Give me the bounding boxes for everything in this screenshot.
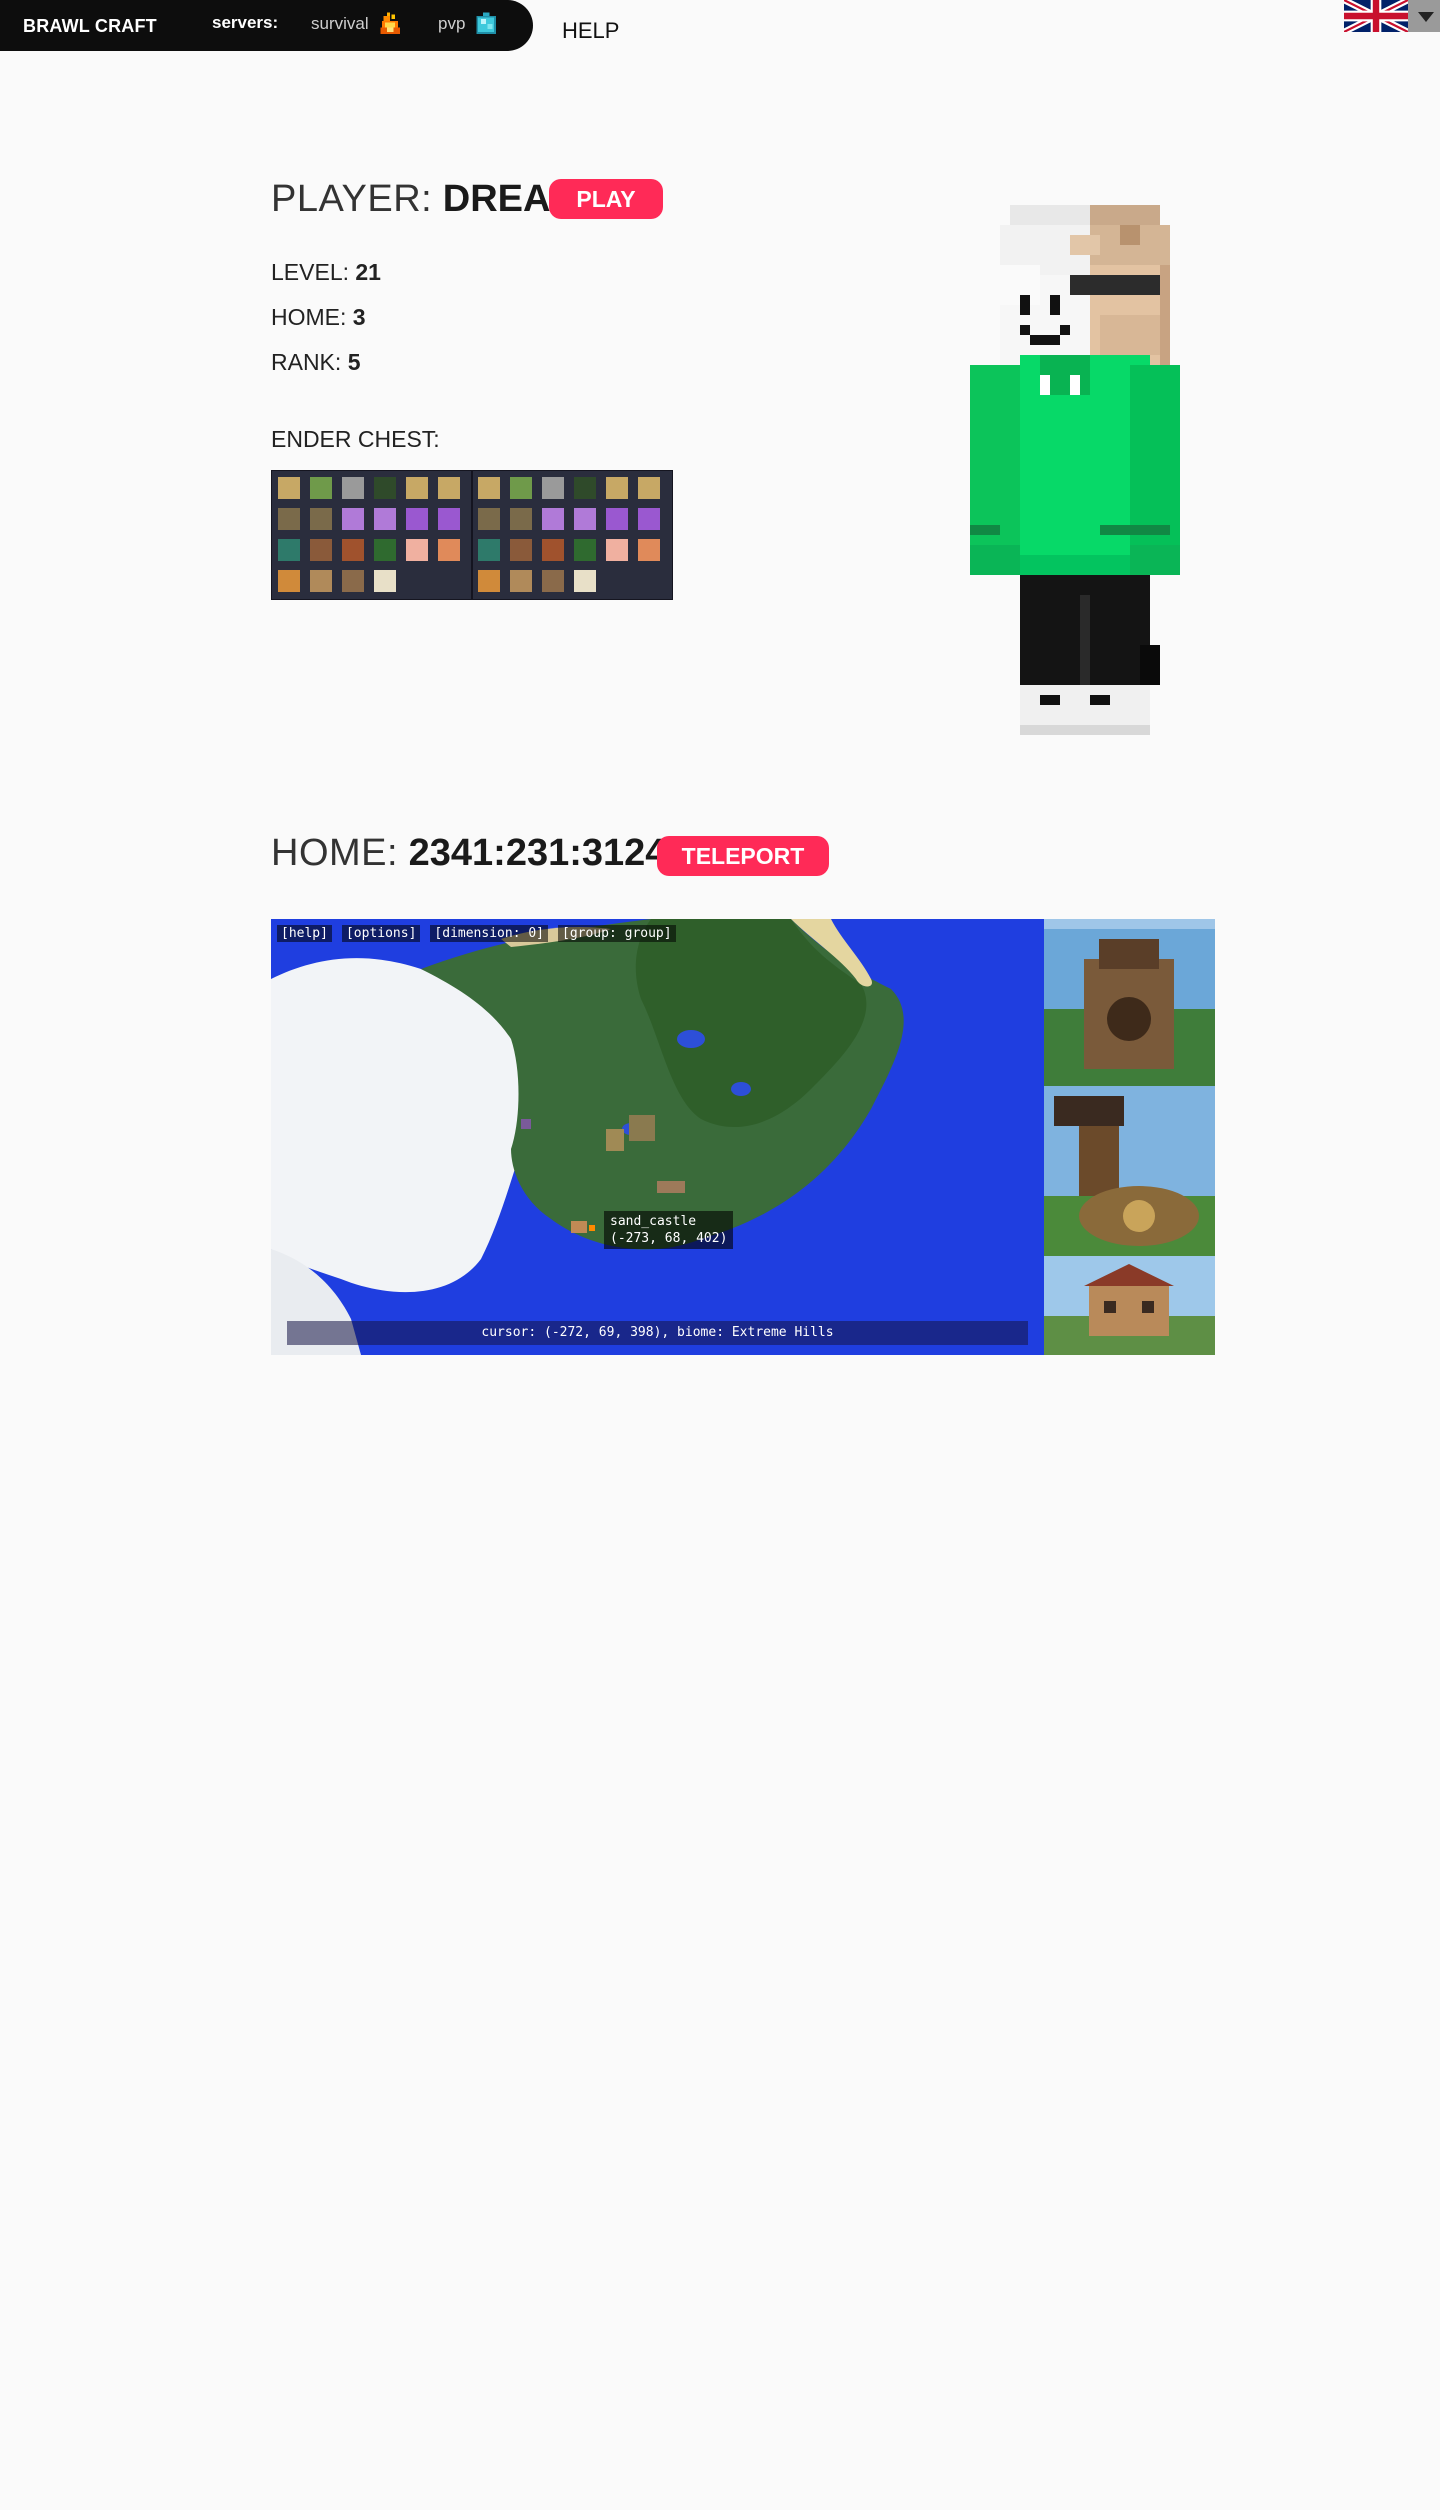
chest-item-slot (310, 477, 332, 499)
chest-item-slot (278, 570, 300, 592)
chest-item-slot (574, 508, 596, 530)
server-label-survival: survival (311, 14, 369, 33)
chest-item-slot (542, 539, 564, 561)
brand-logo[interactable]: BRAWL CRAFT (23, 16, 157, 37)
caret-down-icon (1418, 12, 1434, 22)
home-heading: HOME: 2341:231:3124 (271, 832, 666, 875)
chest-item-slot (638, 539, 660, 561)
chest-item-slot (374, 508, 396, 530)
chest-item-slot (606, 477, 628, 499)
chest-item-slot (406, 477, 428, 499)
chest-item-slot (342, 539, 364, 561)
chest-item-slot (278, 539, 300, 561)
fire-icon (379, 12, 400, 34)
chest-item-slot (310, 570, 332, 592)
server-link-pvp[interactable]: pvp (438, 11, 499, 37)
rank-value: 5 (347, 349, 361, 375)
uk-flag-icon (1344, 0, 1408, 32)
build-thumbnail-3[interactable] (1044, 1256, 1215, 1355)
chest-item-slot (638, 570, 660, 592)
chest-item-slot (510, 539, 532, 561)
chest-divider (471, 471, 473, 599)
chest-item-slot (574, 570, 596, 592)
servers-label: servers: (212, 13, 279, 32)
chest-item-slot (406, 570, 428, 592)
level-value: 21 (355, 259, 381, 285)
chest-item-slot (438, 477, 460, 499)
chest-item-slot (278, 477, 300, 499)
build-thumbnail-1[interactable] (1044, 919, 1215, 1086)
chest-item-slot (406, 508, 428, 530)
home-count-label: HOME: (271, 304, 347, 330)
build-thumbnail-2[interactable] (1044, 1086, 1215, 1256)
chest-item-slot (574, 477, 596, 499)
chest-item-slot (478, 570, 500, 592)
map-options-button[interactable]: [options] (341, 925, 421, 942)
chest-item-slot (342, 477, 364, 499)
home-coordinates: 2341:231:3124 (408, 832, 667, 874)
chest-item-slot (478, 539, 500, 561)
map-terrain-image (271, 919, 1044, 1355)
player-label: PLAYER: (271, 178, 433, 220)
home-label: HOME: (271, 832, 399, 874)
ender-chest-items-image (278, 471, 660, 599)
chest-item-slot (510, 508, 532, 530)
chest-item-slot (374, 477, 396, 499)
chest-item-slot (342, 570, 364, 592)
marker-coords: (-273, 68, 402) (610, 1231, 728, 1246)
top-navigation-bar: BRAWL CRAFT servers: survival pvp (0, 0, 533, 51)
chest-item-slot (606, 508, 628, 530)
player-level: LEVEL: 21 (271, 259, 381, 286)
build-thumbnails (1044, 919, 1215, 1355)
marker-name: sand_castle (610, 1214, 697, 1229)
chest-item-slot (638, 508, 660, 530)
chest-item-slot (510, 477, 532, 499)
chest-item-slot (542, 477, 564, 499)
rank-label: RANK: (271, 349, 342, 375)
level-label: LEVEL: (271, 259, 349, 285)
chest-item-slot (606, 539, 628, 561)
chest-item-slot (406, 539, 428, 561)
map-status-bar: cursor: (-272, 69, 398), biome: Extreme … (287, 1321, 1028, 1345)
chest-item-slot (342, 508, 364, 530)
map-toolbar: [help] [options] [dimension: 0] [group: … (277, 925, 676, 942)
chest-item-slot (606, 570, 628, 592)
chest-item-slot (438, 508, 460, 530)
play-button[interactable]: PLAY (549, 179, 663, 219)
player-rank: RANK: 5 (271, 349, 360, 376)
chest-item-slot (478, 508, 500, 530)
diamond-icon (476, 12, 497, 34)
server-label-pvp: pvp (438, 14, 466, 33)
chest-item-slot (574, 539, 596, 561)
ender-chest-label: ENDER CHEST: (271, 426, 440, 452)
chest-item-slot (374, 570, 396, 592)
chest-item-slot (310, 508, 332, 530)
chest-item-slot (478, 477, 500, 499)
home-count-value: 3 (352, 304, 366, 330)
player-home: HOME: 3 (271, 304, 366, 331)
chest-item-slot (542, 570, 564, 592)
server-link-survival[interactable]: survival (311, 11, 403, 37)
chest-item-slot (310, 539, 332, 561)
chest-item-slot (374, 539, 396, 561)
chest-item-slot (438, 539, 460, 561)
player-skin-image (970, 205, 1180, 735)
map-dimension-button[interactable]: [dimension: 0] (430, 925, 548, 942)
chest-item-slot (542, 508, 564, 530)
world-map[interactable]: [help] [options] [dimension: 0] [group: … (271, 919, 1044, 1355)
chest-item-slot (638, 477, 660, 499)
map-marker-label[interactable]: sand_castle (-273, 68, 402) (604, 1211, 734, 1249)
ender-chest-inventory (271, 470, 673, 600)
language-selector[interactable] (1344, 0, 1440, 32)
map-help-button[interactable]: [help] (277, 925, 332, 942)
chest-item-slot (278, 508, 300, 530)
help-link[interactable]: HELP (562, 18, 619, 44)
chest-item-slot (438, 570, 460, 592)
chest-item-slot (510, 570, 532, 592)
language-dropdown-toggle[interactable] (1408, 0, 1440, 32)
teleport-button[interactable]: TELEPORT (657, 836, 829, 876)
player-heading: PLAYER: DREAM (271, 178, 582, 221)
map-group-button[interactable]: [group: group] (558, 925, 676, 942)
